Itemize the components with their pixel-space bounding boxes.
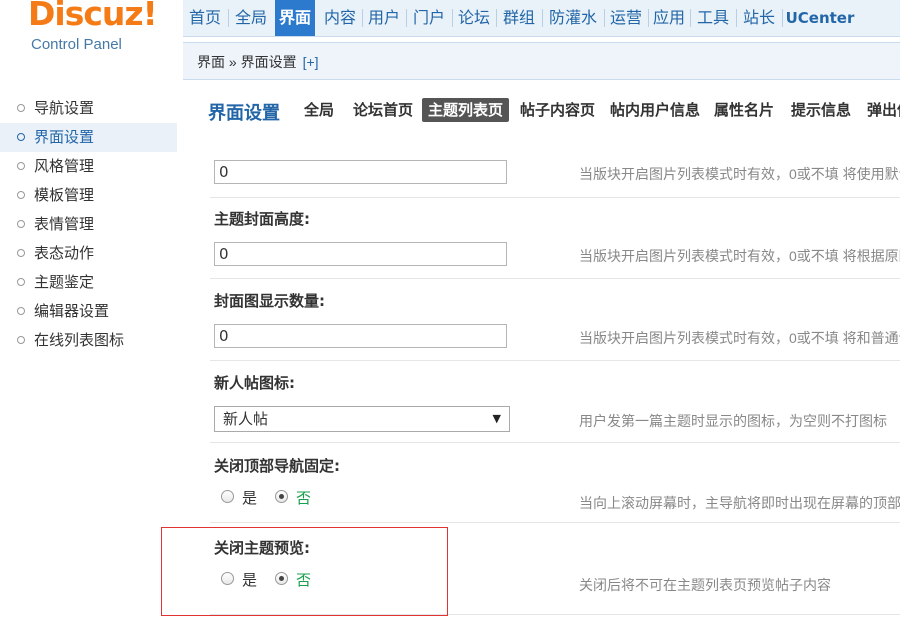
sidebar-item-label: 界面设置 (34, 128, 95, 146)
logo-brand: Discuz! (28, 0, 158, 33)
field-tip: 当版块开启图片列表模式时有效，0或不填 将使用默认 (579, 166, 900, 182)
header: Discuz! Control Panel 首页 全局 界面 内容 用户 门户 … (0, 0, 900, 80)
bullet-icon (17, 104, 25, 112)
topnav-groups[interactable]: 群组 (497, 0, 541, 36)
bullet-icon (17, 278, 25, 286)
topnav-ucenter[interactable]: UCenter (783, 0, 857, 36)
logo[interactable]: Discuz! Control Panel (0, 0, 183, 78)
sidebar-item-label: 表态动作 (34, 244, 95, 262)
topnav-home[interactable]: 首页 (183, 0, 227, 36)
field-tip: 用户发第一篇主题时显示的图标，为空则不打图标 (579, 413, 887, 429)
sidebar-item-label: 模板管理 (34, 186, 95, 204)
select-value: 新人帖 (223, 410, 269, 428)
bullet-icon (17, 191, 25, 199)
topnav-global[interactable]: 全局 (229, 0, 273, 36)
field-tip: 当版块开启图片列表模式时有效，0或不填 将根据原图 (579, 248, 900, 264)
sidebar-item-label: 表情管理 (34, 215, 95, 233)
topnav-operations[interactable]: 运营 (605, 0, 647, 36)
tab-user-info[interactable]: 帖内用户信息 (610, 98, 700, 122)
divider (210, 522, 900, 523)
sidebar-item-thread-stamps[interactable]: 主题鉴定 (0, 268, 177, 297)
field-tip: 当版块开启图片列表模式时有效，0或不填 将和普通设 (579, 330, 900, 346)
radio-no[interactable] (275, 490, 288, 503)
topnav-forum[interactable]: 论坛 (453, 0, 495, 36)
sidebar: 导航设置 界面设置 风格管理 模板管理 表情管理 表态动作 主题鉴定 编辑器设置… (0, 84, 177, 625)
tab-thread-list[interactable]: 主题列表页 (422, 98, 510, 122)
topnav-interface[interactable]: 界面 (275, 0, 315, 36)
topnav-apps[interactable]: 应用 (649, 0, 689, 36)
radio-yes-label: 是 (242, 489, 258, 507)
add-shortcut-link[interactable]: [+] (303, 54, 319, 70)
topnav-antispam[interactable]: 防灌水 (543, 0, 603, 36)
field-tip: 关闭后将不可在主题列表页预览帖子内容 (579, 577, 831, 593)
tab-prompt-messages[interactable]: 提示信息 (791, 98, 851, 122)
bullet-icon (17, 307, 25, 315)
tab-popup[interactable]: 弹出信 (867, 98, 900, 122)
sidebar-item-label: 风格管理 (34, 157, 95, 175)
topnav-portal[interactable]: 门户 (407, 0, 451, 36)
tab-profile-card[interactable]: 属性名片 (714, 98, 774, 122)
topnav-webmaster[interactable]: 站长 (737, 0, 781, 36)
sidebar-item-label: 编辑器设置 (34, 302, 110, 320)
sidebar-item-smilies[interactable]: 表情管理 (0, 210, 177, 239)
bullet-icon (17, 162, 25, 170)
bullet-icon (17, 249, 25, 257)
radio-no-label: 否 (296, 489, 312, 507)
divider (210, 360, 900, 361)
newbie-icon-select[interactable]: 新人帖 ▼ (214, 406, 510, 432)
page-title: 界面设置 (208, 103, 280, 124)
topnav-users[interactable]: 用户 (363, 0, 405, 36)
topnav-content[interactable]: 内容 (319, 0, 361, 36)
highlight-box (161, 527, 448, 616)
tab-global[interactable]: 全局 (304, 98, 334, 122)
sidebar-item-interface-settings[interactable]: 界面设置 (0, 123, 177, 152)
sidebar-item-styles[interactable]: 风格管理 (0, 152, 177, 181)
sidebar-item-navigation[interactable]: 导航设置 (0, 94, 177, 123)
tab-post-content[interactable]: 帖子内容页 (520, 98, 595, 122)
topnav-tools[interactable]: 工具 (691, 0, 735, 36)
sidebar-item-templates[interactable]: 模板管理 (0, 181, 177, 210)
radio-yes[interactable] (221, 490, 234, 503)
sidebar-item-clicks[interactable]: 表态动作 (0, 239, 177, 268)
breadcrumb-bar: 界面 » 界面设置 [+] (183, 42, 900, 80)
bullet-icon (17, 336, 25, 344)
dropdown-arrow-icon: ▼ (492, 412, 501, 425)
cover-count-input[interactable]: 0 (214, 324, 507, 348)
field-label: 关闭顶部导航固定: (214, 457, 340, 475)
field-tip: 当向上滚动屏幕时，主导航将即时出现在屏幕的顶部 (579, 495, 900, 511)
field-label: 新人帖图标: (214, 374, 295, 392)
divider (210, 442, 900, 443)
field-label: 主题封面高度: (214, 210, 310, 228)
divider (210, 278, 900, 279)
sidebar-item-label: 主题鉴定 (34, 273, 95, 291)
tab-forum-index[interactable]: 论坛首页 (353, 98, 413, 122)
sidebar-item-editor[interactable]: 编辑器设置 (0, 297, 177, 326)
top-navigation: 首页 全局 界面 内容 用户 门户 论坛 群组 防灌水 运营 应用 工具 站长 … (183, 0, 900, 37)
breadcrumb: 界面 » 界面设置 [+] (197, 52, 319, 72)
bullet-icon (17, 220, 25, 228)
field-label: 封面图显示数量: (214, 292, 325, 310)
logo-subtitle: Control Panel (31, 36, 122, 53)
divider (210, 197, 900, 198)
bullet-icon (17, 133, 25, 141)
breadcrumb-path: 界面 » 界面设置 (197, 54, 297, 70)
sidebar-item-online-list-icons[interactable]: 在线列表图标 (0, 326, 177, 355)
cover-width-input[interactable]: 0 (214, 160, 507, 184)
sidebar-item-label: 导航设置 (34, 99, 95, 117)
sidebar-item-label: 在线列表图标 (34, 331, 125, 349)
cover-height-input[interactable]: 0 (214, 242, 507, 266)
